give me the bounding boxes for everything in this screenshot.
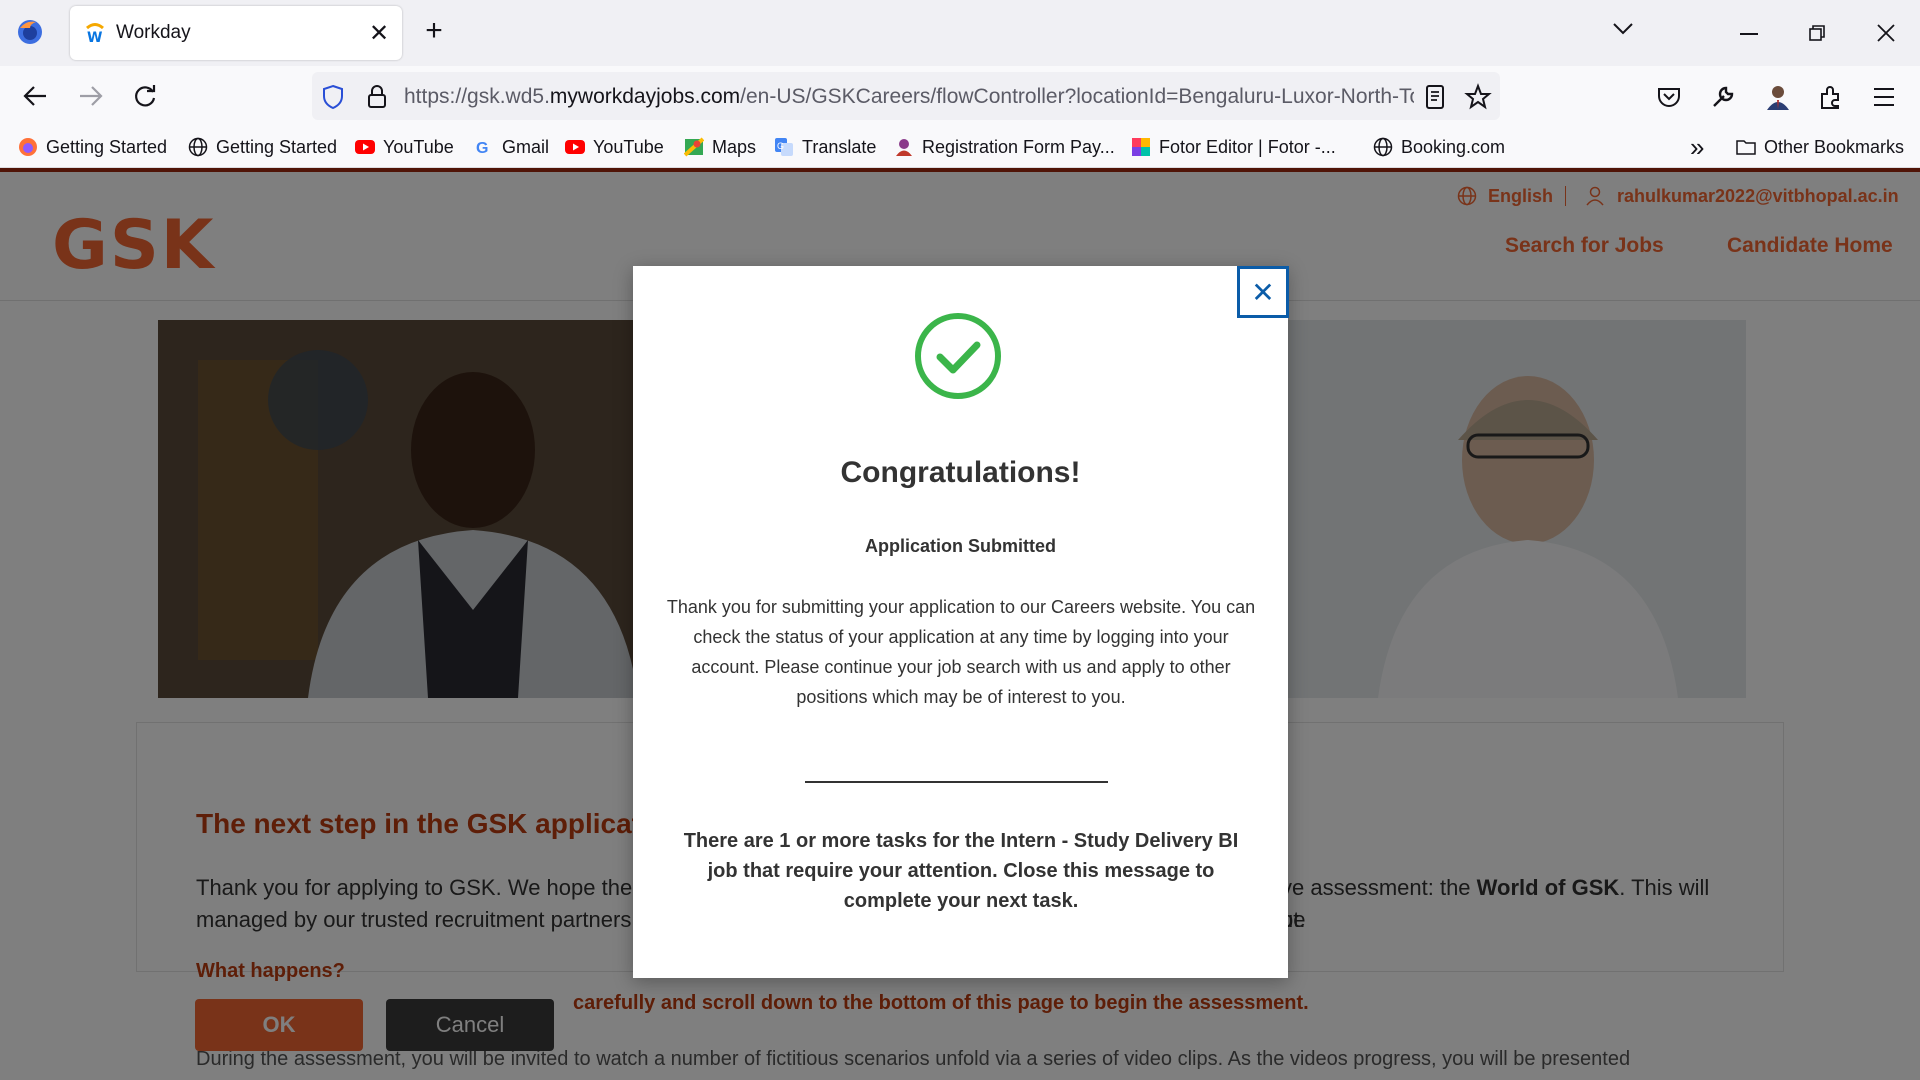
google-icon: G: [476, 140, 488, 157]
globe-icon: [1373, 137, 1393, 157]
url-path: /en-US/GSKCareers/flowController?locatio…: [740, 85, 1414, 108]
back-arrow-icon[interactable]: [22, 84, 48, 108]
reload-icon[interactable]: [132, 84, 158, 110]
youtube-icon: [355, 140, 375, 154]
forward-arrow-icon[interactable]: [78, 84, 104, 108]
tab-close-icon[interactable]: ✕: [364, 19, 394, 48]
bookmark-getting-started-globe[interactable]: Getting Started: [188, 134, 337, 160]
bookmark-getting-started-firefox[interactable]: Getting Started: [18, 134, 167, 160]
bookmark-star-icon[interactable]: [1464, 83, 1492, 111]
bookmark-translate[interactable]: G Translate: [774, 134, 876, 160]
tab-workday[interactable]: W Workday ✕: [70, 6, 402, 60]
fotor-icon: [1132, 138, 1150, 156]
globe-icon: [188, 137, 208, 157]
workday-logo-icon: W: [86, 23, 104, 44]
bookmark-label: YouTube: [383, 136, 454, 157]
modal-subtitle: Application Submitted: [865, 536, 1056, 556]
bookmark-youtube-2[interactable]: YouTube: [565, 134, 664, 160]
maps-icon: [684, 137, 704, 157]
bookmark-label: Getting Started: [46, 136, 168, 157]
modal-close-button[interactable]: ✕: [1237, 266, 1289, 318]
bookmark-label: Translate: [802, 136, 877, 157]
extensions-icon[interactable]: [1818, 84, 1844, 110]
lock-icon[interactable]: [366, 84, 388, 110]
account-avatar-icon[interactable]: [1764, 82, 1792, 112]
bookmark-label: Booking.com: [1401, 136, 1506, 157]
bookmark-label: Maps: [712, 136, 757, 157]
folder-icon: [1736, 140, 1756, 155]
wrench-icon[interactable]: [1710, 84, 1736, 110]
shield-icon[interactable]: [322, 84, 344, 110]
youtube-icon: [565, 140, 585, 154]
modal-task-text: There are 1 or more tasks for the Intern…: [683, 830, 1239, 912]
url-domain: myworkdayjobs.com: [549, 85, 741, 108]
modal-body-text: Thank you for submitting your applicatio…: [666, 597, 1256, 707]
bookmark-maps[interactable]: Maps: [684, 134, 756, 160]
tab-title: Workday: [116, 22, 191, 43]
url-text[interactable]: https://gsk.wd5.myworkdayjobs.com/en-US/…: [404, 85, 1414, 111]
bookmark-label: Getting Started: [216, 136, 338, 157]
modal-title: Congratulations!: [840, 456, 1081, 489]
new-tab-button[interactable]: +: [418, 14, 450, 48]
svg-text:G: G: [476, 140, 488, 157]
reader-view-icon[interactable]: [1424, 84, 1446, 110]
firefox-icon: [19, 138, 37, 156]
bookmark-booking[interactable]: Booking.com: [1373, 134, 1505, 160]
bookmark-youtube-1[interactable]: YouTube: [355, 134, 454, 160]
bookmark-gmail[interactable]: G Gmail: [474, 134, 549, 160]
bookmarks-overflow-chevron-icon[interactable]: »: [1690, 132, 1704, 162]
bookmark-label: Gmail: [502, 136, 550, 157]
user-icon: [896, 139, 912, 156]
other-bookmarks-label: Other Bookmarks: [1764, 136, 1905, 157]
other-bookmarks[interactable]: Other Bookmarks: [1736, 134, 1904, 160]
bookmark-fotor[interactable]: Fotor Editor | Fotor -...: [1131, 134, 1336, 160]
list-tabs-chevron-down-icon[interactable]: [1612, 22, 1634, 36]
hamburger-menu-icon[interactable]: [1872, 86, 1896, 108]
svg-text:W: W: [87, 30, 102, 44]
url-prefix: https://gsk.wd5.: [404, 85, 550, 108]
restore-icon[interactable]: [1808, 24, 1826, 42]
bookmark-registration-form[interactable]: Registration Form Pay...: [894, 134, 1115, 160]
bookmark-label: Fotor Editor | Fotor -...: [1159, 136, 1336, 157]
translate-icon: G: [775, 138, 793, 156]
svg-text:G: G: [777, 141, 784, 151]
bookmark-label: YouTube: [593, 136, 664, 157]
bookmark-label: Registration Form Pay...: [922, 136, 1115, 157]
minimize-icon[interactable]: [1740, 33, 1758, 35]
modal-separator: [805, 781, 1108, 783]
success-check-icon: [915, 313, 1001, 399]
pocket-icon[interactable]: [1656, 84, 1682, 110]
window-close-icon[interactable]: [1876, 23, 1896, 43]
firefox-menu-icon[interactable]: [16, 18, 44, 46]
